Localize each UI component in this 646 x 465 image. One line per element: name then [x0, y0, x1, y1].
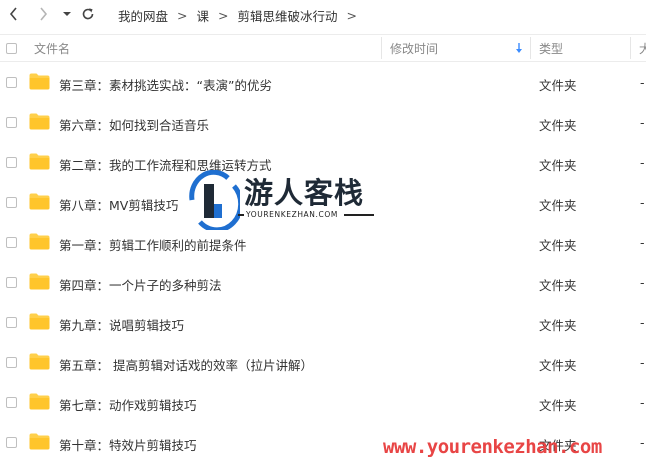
sort-indicator[interactable]	[515, 35, 523, 61]
breadcrumb-separator: >	[346, 8, 357, 23]
file-name[interactable]: 第三章：素材挑选实战：“表演”的优劣	[59, 75, 272, 94]
file-name[interactable]: 第八章：MV剪辑技巧	[59, 195, 178, 214]
folder-icon	[29, 433, 50, 450]
breadcrumb: 我的网盘 > 课 > 剪辑思维破冰行动 >	[118, 6, 366, 25]
column-header-name[interactable]: 文件名	[34, 35, 70, 61]
file-size: -	[640, 75, 645, 90]
file-row[interactable]: 第六章：如何找到合适音乐 文件夹 -	[0, 103, 646, 143]
history-dropdown-button[interactable]	[57, 4, 77, 24]
file-name[interactable]: 第四章：一个片子的多种剪法	[59, 275, 222, 294]
column-divider[interactable]	[530, 37, 531, 59]
file-type: 文件夹	[539, 118, 577, 133]
folder-icon	[29, 273, 50, 290]
file-row[interactable]: 第八章：MV剪辑技巧 文件夹 -	[0, 183, 646, 223]
breadcrumb-separator: >	[177, 8, 188, 23]
dropdown-caret-icon	[63, 12, 71, 16]
sort-down-arrow-icon	[516, 42, 522, 53]
file-type: 文件夹	[539, 238, 577, 253]
row-checkbox[interactable]	[6, 237, 17, 248]
row-checkbox[interactable]	[6, 277, 17, 288]
file-size: -	[640, 235, 645, 250]
back-arrow-icon	[9, 7, 17, 21]
forward-button[interactable]	[33, 4, 53, 24]
file-size: -	[640, 435, 645, 450]
file-row[interactable]: 第四章：一个片子的多种剪法 文件夹 -	[0, 263, 646, 303]
column-divider[interactable]	[381, 37, 382, 59]
file-size: -	[640, 395, 645, 410]
column-divider[interactable]	[630, 37, 631, 59]
file-row[interactable]: 第九章：说唱剪辑技巧 文件夹 -	[0, 303, 646, 343]
column-header-size[interactable]: 大	[639, 35, 646, 61]
breadcrumb-item-my-drive[interactable]: 我的网盘	[118, 6, 168, 25]
folder-icon	[29, 73, 50, 90]
row-checkbox[interactable]	[6, 317, 17, 328]
file-type: 文件夹	[539, 438, 577, 453]
select-all-checkbox[interactable]	[6, 42, 17, 54]
row-checkbox[interactable]	[6, 197, 17, 208]
breadcrumb-item-course[interactable]: 课	[197, 6, 210, 25]
folder-icon	[29, 353, 50, 370]
file-type: 文件夹	[539, 398, 577, 413]
file-name[interactable]: 第六章：如何找到合适音乐	[59, 115, 209, 134]
folder-icon	[29, 193, 50, 210]
file-type: 文件夹	[539, 318, 577, 333]
file-row[interactable]: 第五章： 提高剪辑对话戏的效率（拉片讲解） 文件夹 -	[0, 343, 646, 383]
file-name[interactable]: 第二章：我的工作流程和思维运转方式	[59, 155, 272, 174]
file-row[interactable]: 第十章：特效片剪辑技巧 文件夹 -	[0, 423, 646, 463]
refresh-button[interactable]	[78, 4, 98, 24]
folder-icon	[29, 393, 50, 410]
folder-icon	[29, 113, 50, 130]
folder-icon	[29, 233, 50, 250]
file-name[interactable]: 第七章：动作戏剪辑技巧	[59, 395, 197, 414]
file-type: 文件夹	[539, 278, 577, 293]
breadcrumb-item-current-folder[interactable]: 剪辑思维破冰行动	[238, 6, 338, 25]
select-all-checkbox-cell[interactable]	[6, 35, 17, 61]
file-size: -	[640, 155, 645, 170]
back-button[interactable]	[4, 4, 24, 24]
file-size: -	[640, 275, 645, 290]
folder-icon	[29, 313, 50, 330]
file-size: -	[640, 355, 645, 370]
file-row[interactable]: 第一章：剪辑工作顺利的前提条件 文件夹 -	[0, 223, 646, 263]
file-type: 文件夹	[539, 158, 577, 173]
row-checkbox[interactable]	[6, 357, 17, 368]
toolbar: 我的网盘 > 课 > 剪辑思维破冰行动 >	[0, 0, 646, 28]
file-row[interactable]: 第七章：动作戏剪辑技巧 文件夹 -	[0, 383, 646, 423]
row-checkbox[interactable]	[6, 397, 17, 408]
file-type: 文件夹	[539, 198, 577, 213]
refresh-icon	[82, 8, 94, 20]
file-row[interactable]: 第二章：我的工作流程和思维运转方式 文件夹 -	[0, 143, 646, 183]
file-type: 文件夹	[539, 78, 577, 93]
file-size: -	[640, 195, 645, 210]
row-checkbox[interactable]	[6, 77, 17, 88]
row-checkbox[interactable]	[6, 157, 17, 168]
file-name[interactable]: 第九章：说唱剪辑技巧	[59, 315, 184, 334]
column-header-type[interactable]: 类型	[539, 35, 563, 61]
file-size: -	[640, 115, 645, 130]
forward-arrow-icon	[40, 7, 48, 21]
file-name[interactable]: 第一章：剪辑工作顺利的前提条件	[59, 235, 247, 254]
row-checkbox[interactable]	[6, 117, 17, 128]
column-header-modified[interactable]: 修改时间	[390, 35, 438, 61]
breadcrumb-separator: >	[218, 8, 229, 23]
folder-icon	[29, 153, 50, 170]
file-size: -	[640, 315, 645, 330]
row-checkbox[interactable]	[6, 437, 17, 448]
file-row[interactable]: 第三章：素材挑选实战：“表演”的优劣 文件夹 -	[0, 63, 646, 103]
file-type: 文件夹	[539, 358, 577, 373]
file-name[interactable]: 第十章：特效片剪辑技巧	[59, 435, 197, 454]
file-name[interactable]: 第五章： 提高剪辑对话戏的效率（拉片讲解）	[59, 355, 313, 374]
file-list-header: 文件名 修改时间 类型 大	[0, 34, 646, 62]
